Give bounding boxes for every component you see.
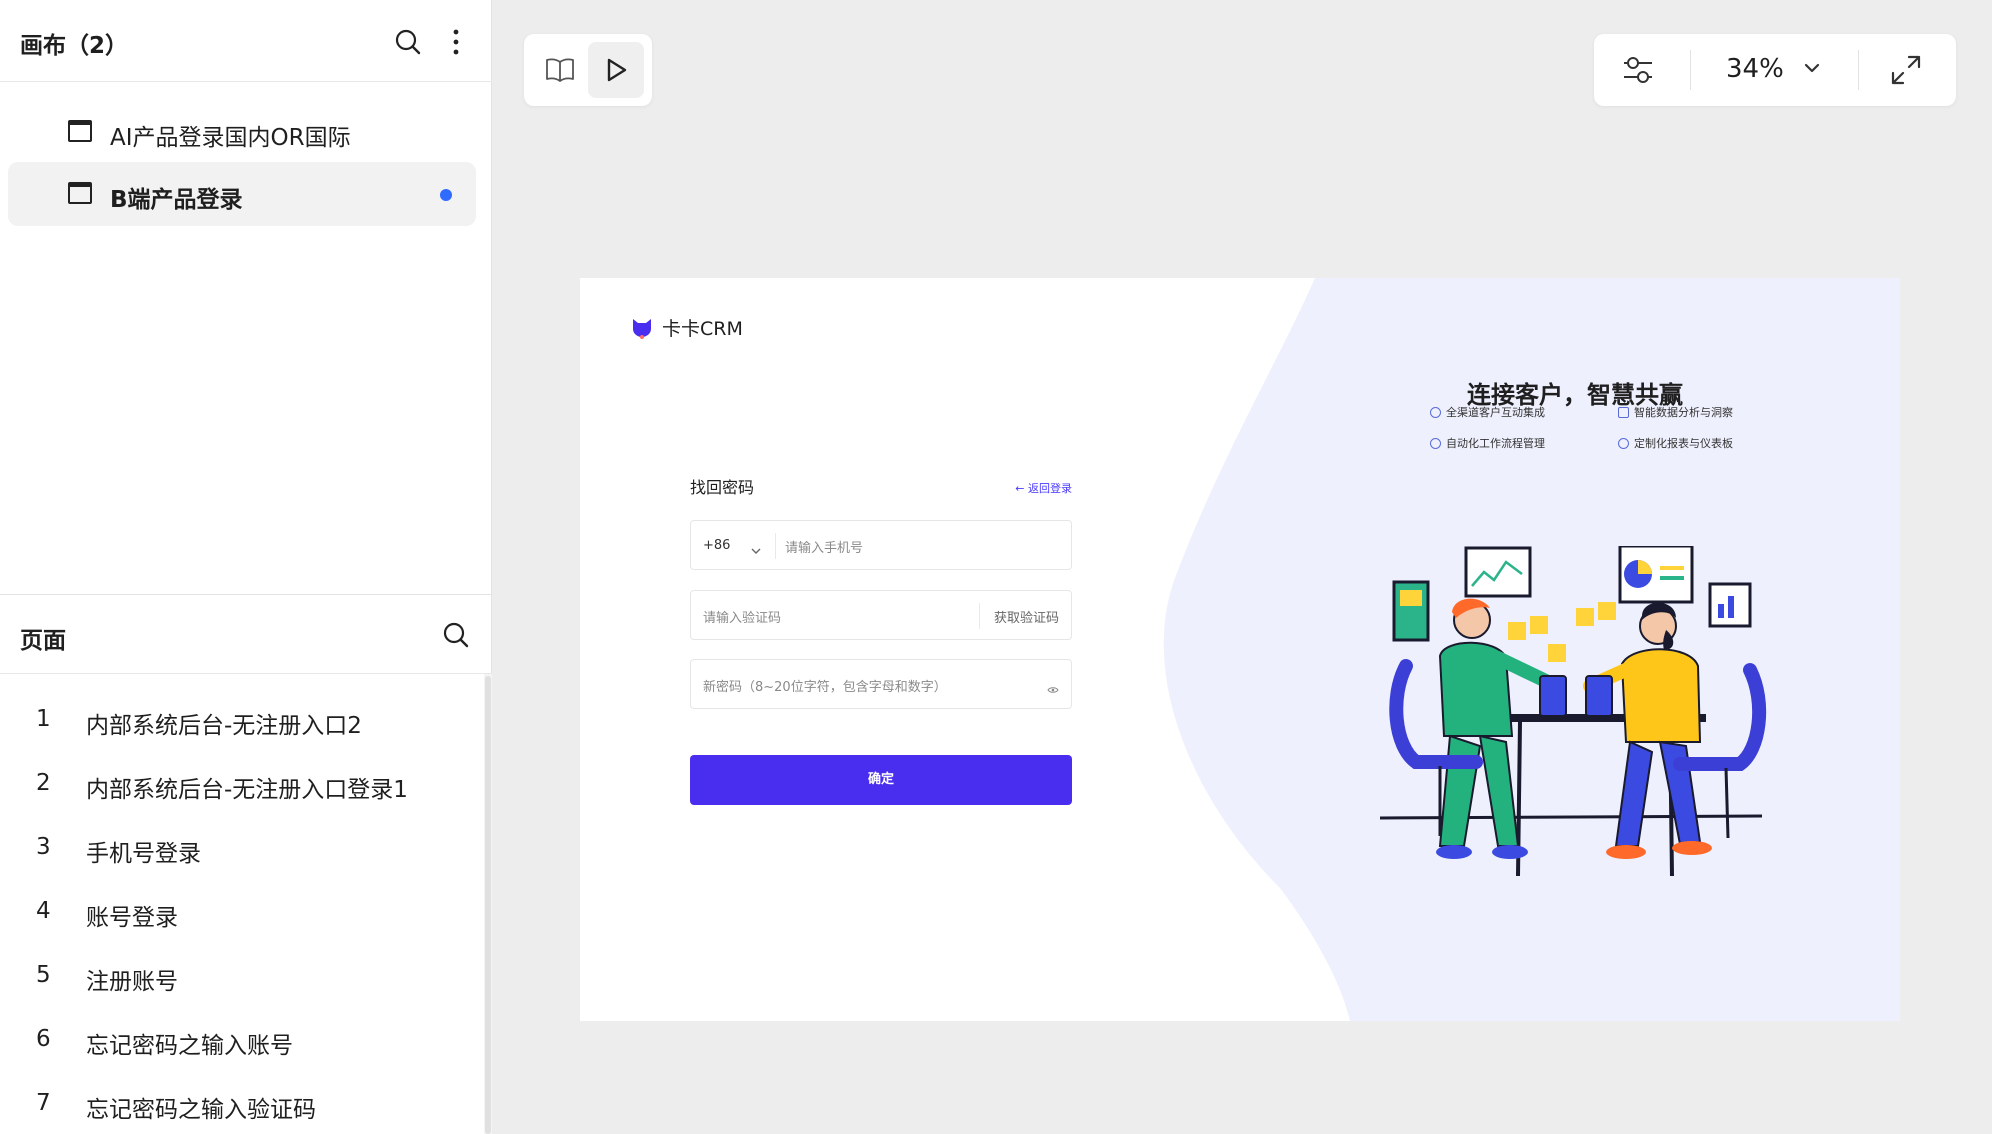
canvas-item-ai-login[interactable]: AI产品登录国内OR国际 [8,100,476,164]
toolbar-divider [1690,50,1691,90]
form-title: 找回密码 [690,478,755,497]
page-item[interactable]: 1 内部系统后台-无注册入口2 [0,690,484,746]
eye-icon[interactable] [1047,679,1059,698]
zoom-toolbar: 34% [1594,34,1956,106]
cat-logo-icon [633,318,651,339]
search-icon[interactable] [392,26,424,58]
feature-item: 自动化工作流程管理 [1430,435,1545,451]
page-item[interactable]: 6 忘记密码之输入账号 [0,1010,484,1066]
pages-section-title: 页面 [20,628,66,654]
zoom-level[interactable]: 34% [1726,54,1784,84]
search-icon[interactable] [440,619,472,651]
password-input[interactable]: 新密码（8~20位字符，包含字母和数字） [703,676,947,695]
view-mode-toolbar [524,34,652,106]
page-number: 1 [36,706,51,732]
canvas-item-label: AI产品登录国内OR国际 [110,125,351,151]
page-item[interactable]: 5 注册账号 [0,946,484,1002]
brand-logo: 卡卡CRM [630,314,743,341]
feature-item: 智能数据分析与洞察 [1618,404,1733,420]
more-vertical-icon[interactable] [444,26,468,58]
page-item[interactable]: 3 手机号登录 [0,818,484,874]
page-label: 忘记密码之输入账号 [86,1033,293,1059]
globe-icon [1430,406,1441,418]
artboard-forgot-password[interactable]: 卡卡CRM 找回密码 ← 返回登录 +86 请输入手机号 请输入验证码 获取验证… [580,278,1900,1021]
feature-label: 全渠道客户互动集成 [1446,406,1545,419]
field-divider [775,533,776,559]
dashboard-icon [1618,437,1629,449]
feature-item: 全渠道客户互动集成 [1430,404,1545,420]
page-label: 内部系统后台-无注册入口2 [86,713,362,739]
play-icon [607,58,627,82]
canvas-item-b-login[interactable]: B端产品登录 [8,162,476,226]
page-label: 忘记密码之输入验证码 [86,1097,316,1123]
window-icon [68,120,92,142]
code-field[interactable]: 请输入验证码 获取验证码 [690,590,1072,640]
page-label: 账号登录 [86,905,178,931]
chart-icon [1618,406,1629,418]
page-number: 3 [36,834,51,860]
confirm-button[interactable]: 确定 [690,755,1072,805]
play-button[interactable] [588,42,644,98]
country-code[interactable]: +86 [703,538,730,553]
settings-sliders-icon[interactable] [1620,52,1656,88]
phone-field[interactable]: +86 请输入手机号 [690,520,1072,570]
fullscreen-expand-icon[interactable] [1888,52,1924,88]
phone-input[interactable]: 请输入手机号 [785,537,863,556]
book-mode-button[interactable] [532,42,588,98]
field-divider [979,603,980,629]
page-number: 4 [36,898,51,924]
feature-item: 定制化报表与仪表板 [1618,435,1733,451]
feature-label: 自动化工作流程管理 [1446,437,1545,450]
left-sidebar: 画布（2） AI产品登录国内OR国际 B端产品登录 页面 1 内部系统后台-无注… [0,0,492,1134]
window-icon [68,182,92,204]
gear-icon [1430,437,1441,449]
pages-scrollbar-thumb[interactable] [485,676,491,1134]
page-number: 5 [36,962,51,988]
page-number: 7 [36,1090,51,1116]
canvas-item-label: B端产品登录 [110,187,243,213]
toolbar-divider [1858,50,1859,90]
feature-label: 定制化报表与仪表板 [1634,437,1733,450]
teamwork-illustration [1380,546,1767,877]
page-number: 6 [36,1026,51,1052]
page-item[interactable]: 7 忘记密码之输入验证码 [0,1074,484,1130]
page-item[interactable]: 2 内部系统后台-无注册入口登录1 [0,754,484,810]
page-number: 2 [36,770,51,796]
page-label: 内部系统后台-无注册入口登录1 [86,777,408,803]
code-input[interactable]: 请输入验证码 [703,607,781,626]
pages-header: 页面 [0,594,492,674]
active-indicator-dot [440,189,452,201]
canvas-header: 画布（2） [0,0,492,82]
canvas-section-title: 画布（2） [20,33,129,59]
chevron-down-icon[interactable] [751,540,761,559]
feature-label: 智能数据分析与洞察 [1634,406,1733,419]
chevron-down-icon[interactable] [1800,56,1824,80]
get-code-button[interactable]: 获取验证码 [994,607,1059,626]
password-field[interactable]: 新密码（8~20位字符，包含字母和数字） [690,659,1072,709]
page-label: 注册账号 [86,969,178,995]
page-item[interactable]: 4 账号登录 [0,882,484,938]
back-to-login-link[interactable]: ← 返回登录 [1015,480,1072,496]
book-icon [546,58,574,82]
brand-name: 卡卡CRM [662,318,743,340]
page-label: 手机号登录 [86,841,201,867]
